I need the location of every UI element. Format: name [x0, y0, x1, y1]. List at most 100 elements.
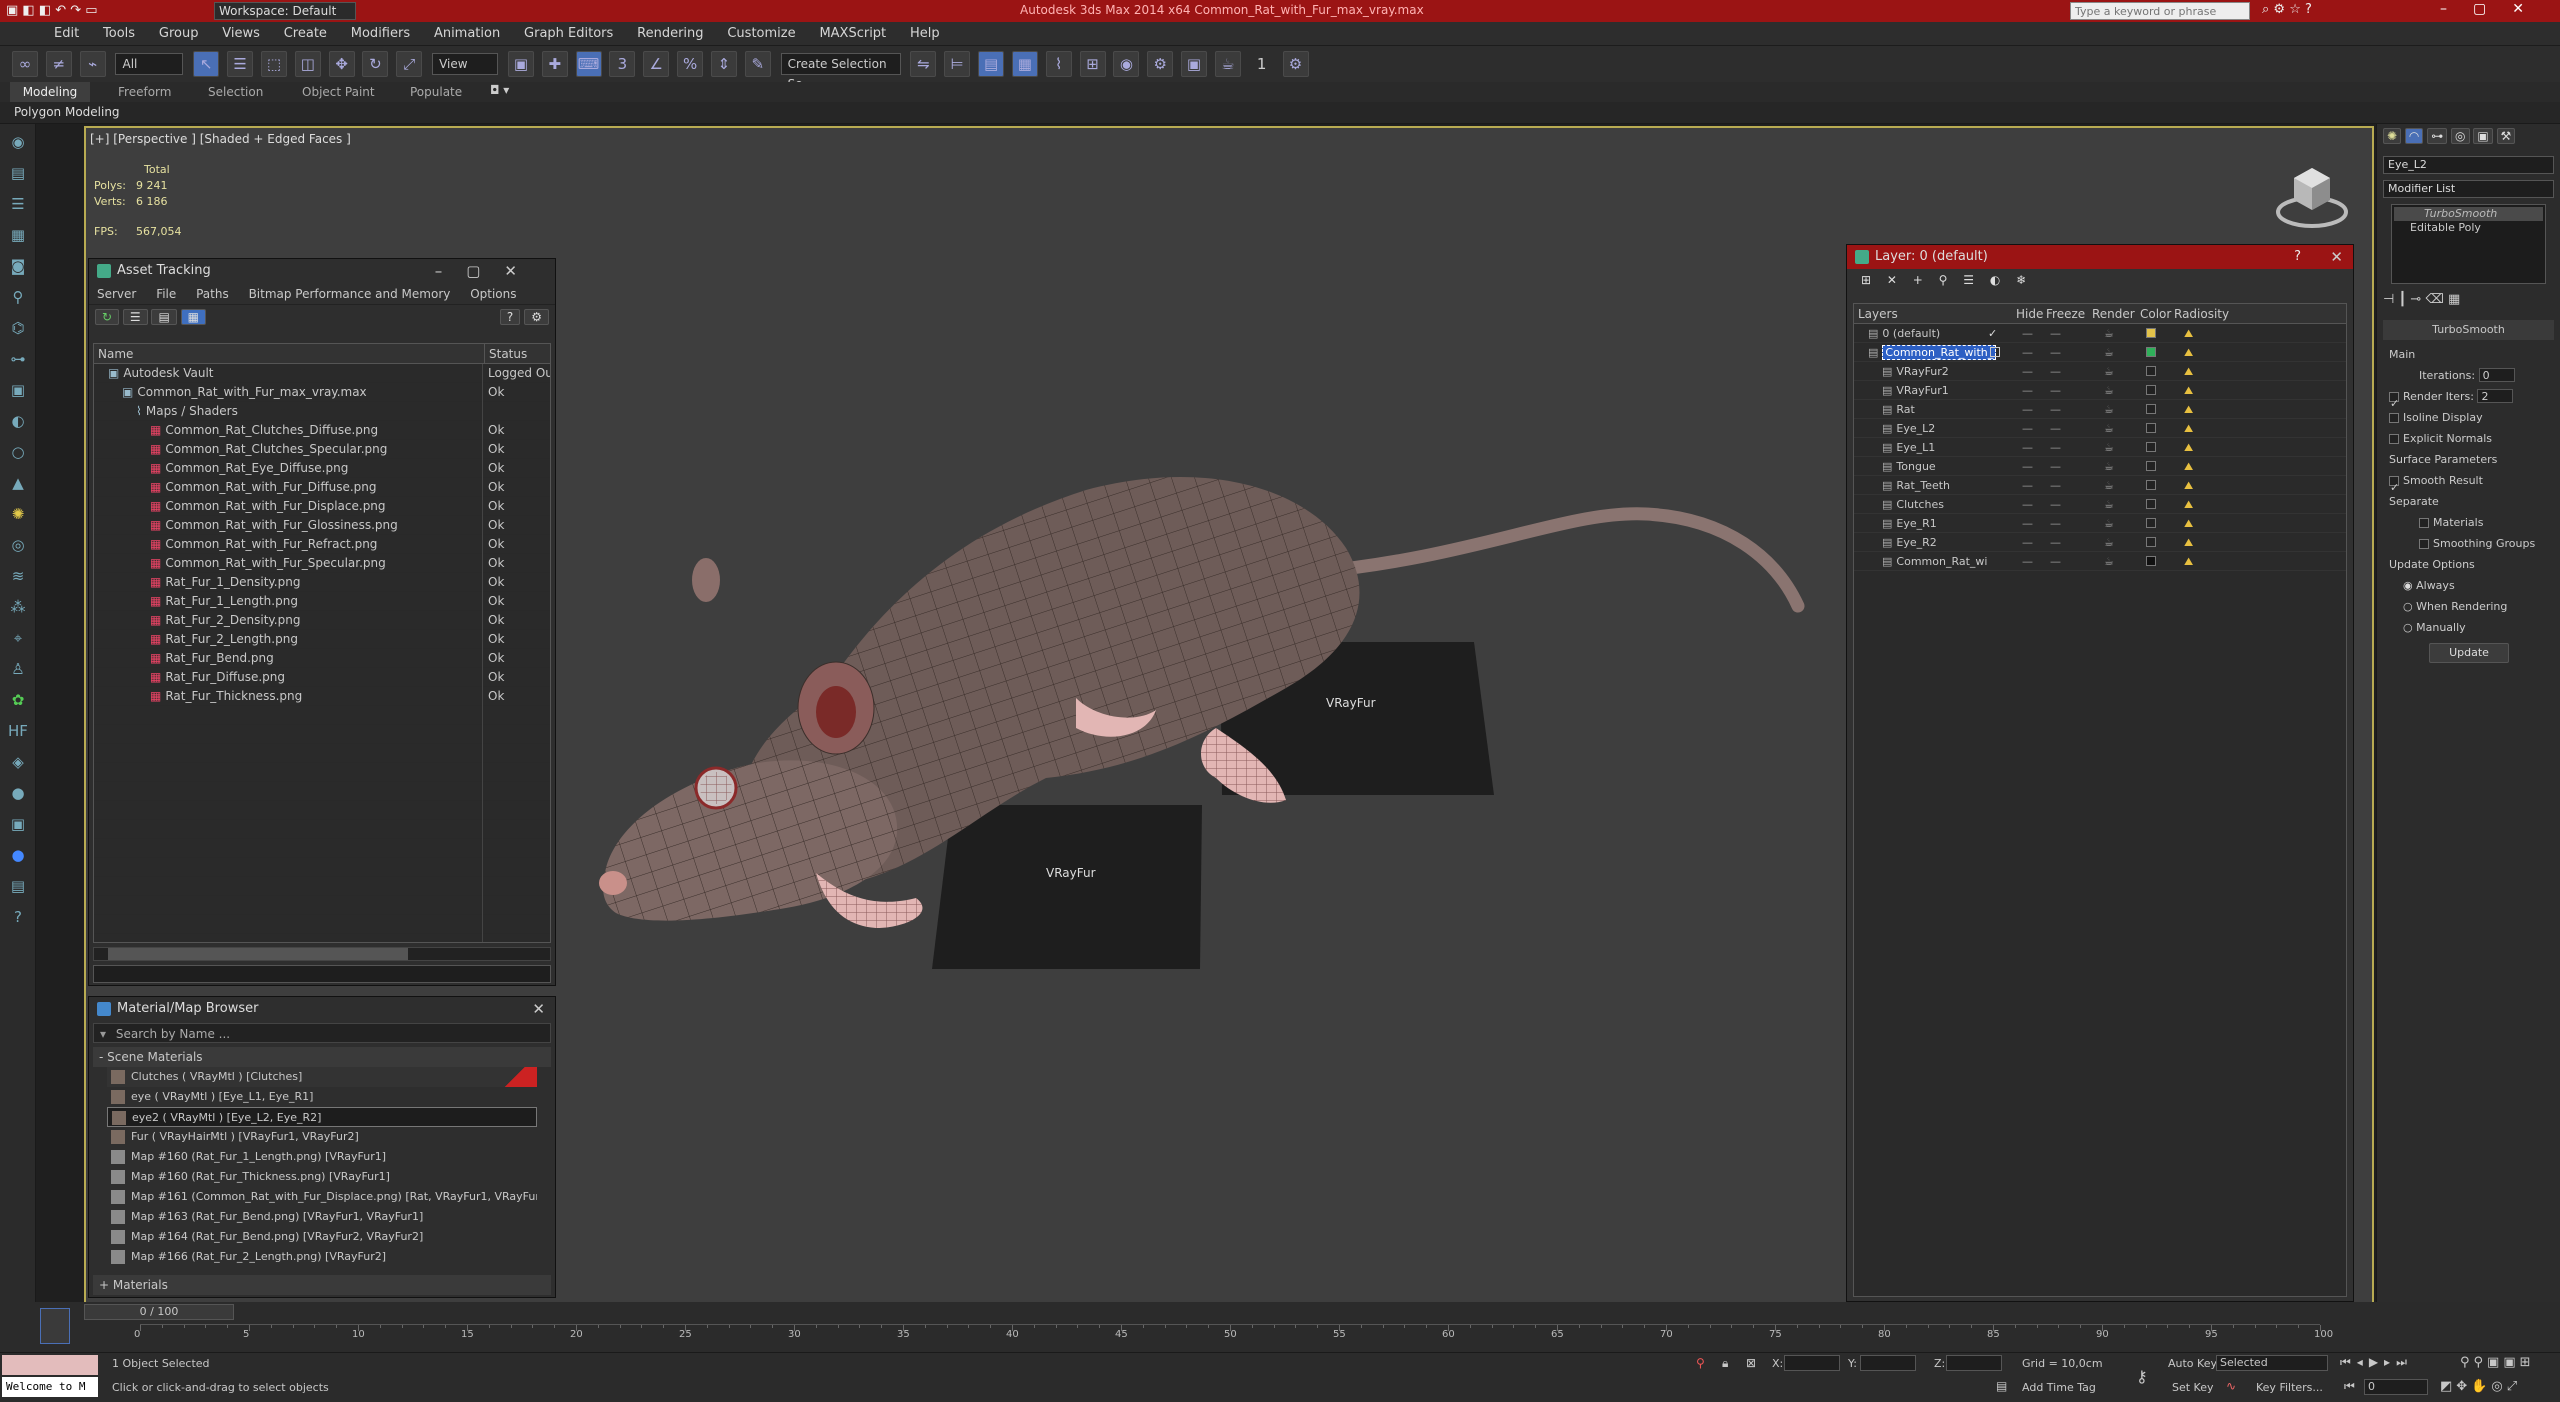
tab-populate[interactable]: Populate [410, 82, 462, 102]
smooth-result-checkbox[interactable]: ✓ [2389, 476, 2399, 494]
create-tab-icon[interactable]: ✺ [2383, 128, 2402, 144]
hide-toggle[interactable]: — [2022, 381, 2033, 400]
hide-toggle[interactable]: — [2022, 324, 2033, 343]
stack-turbosmooth[interactable]: TurboSmooth [2394, 207, 2543, 221]
container-icon[interactable]: ▤ [5, 160, 31, 186]
material-browser-header[interactable]: Material/Map Browser ✕ [89, 997, 555, 1021]
asset-scrollbar[interactable] [93, 947, 551, 961]
menu-modifiers[interactable]: Modifiers [341, 22, 420, 46]
refresh-icon[interactable]: ↻ [95, 309, 120, 325]
when-rendering-radio[interactable]: ○ [2403, 600, 2416, 613]
color-swatch[interactable] [2146, 423, 2156, 433]
color-swatch[interactable] [2146, 499, 2156, 509]
new-layer-icon[interactable]: ⊞ [1855, 273, 1877, 287]
stack-editable-poly[interactable]: Editable Poly [2394, 221, 2543, 235]
render-toggle-icon[interactable]: ☕ [2104, 343, 2114, 362]
render-toggle-icon[interactable]: ☕ [2104, 419, 2114, 438]
helper-icon[interactable]: ◎ [5, 532, 31, 558]
settings-icon[interactable]: ⚙ [524, 309, 549, 325]
layer-name[interactable]: Rat [1896, 403, 1914, 416]
particle-icon[interactable]: ⁂ [5, 594, 31, 620]
col-freeze[interactable]: Freeze [2046, 304, 2085, 324]
hide-toggle[interactable]: — [2022, 533, 2033, 552]
asset-menu-options[interactable]: Options [470, 287, 516, 301]
explicit-normals-checkbox[interactable] [2389, 434, 2399, 444]
layer-name[interactable]: Eye_R1 [1896, 517, 1936, 530]
hair-icon[interactable]: HF [5, 718, 31, 744]
smoothing-groups-checkbox[interactable] [2419, 539, 2429, 549]
freeze-toggle[interactable]: — [2050, 533, 2061, 552]
modifier-icon[interactable]: ▣ [5, 811, 31, 837]
light-icon[interactable]: ✺ [5, 501, 31, 527]
layer-row[interactable]: ▤ Eye_R2 — — ☕ ⛰ [1854, 533, 2346, 552]
tab-modeling[interactable]: Modeling [10, 82, 90, 102]
tab-object-paint[interactable]: Object Paint [302, 82, 375, 102]
highlight-layer-icon[interactable]: ☰ [1957, 273, 1980, 287]
material-item[interactable]: Map #161 (Common_Rat_with_Fur_Displace.p… [107, 1187, 537, 1207]
material-item[interactable]: eye ( VRayMtl ) [Eye_L1, Eye_R1] [107, 1087, 537, 1107]
playback-controls[interactable]: ⏮◂▶▸⏭ [2340, 1355, 2413, 1370]
col-radiosity[interactable]: Radiosity [2174, 304, 2229, 324]
hierarchy-tab-icon[interactable]: ⊶ [2427, 128, 2448, 144]
select-in-layer-icon[interactable]: ⚲ [1933, 273, 1954, 287]
edit-named-sel-icon[interactable]: ✎ [744, 51, 771, 77]
update-button[interactable]: Update [2429, 643, 2509, 663]
render-toggle-icon[interactable]: ☕ [2104, 438, 2114, 457]
current-frame-input[interactable]: 0 [2364, 1379, 2428, 1395]
current-frame-icon[interactable]: ⏮ [2344, 1379, 2355, 1394]
radiosity-icon[interactable]: ⛰ [2184, 495, 2193, 514]
radiosity-icon[interactable]: ⛰ [2184, 419, 2193, 438]
snap-3d-icon[interactable]: 3 [609, 51, 636, 77]
layer-name[interactable]: Common_Rat_with_ [1882, 345, 1997, 360]
render-toggle-icon[interactable]: ☕ [2104, 476, 2114, 495]
bone-icon[interactable]: ⌖ [5, 625, 31, 651]
filter-dropdown-icon[interactable]: ▾ [100, 1027, 106, 1041]
display-tab-icon[interactable]: ▣ [2473, 128, 2493, 144]
motion-tab-icon[interactable]: ◎ [2451, 128, 2470, 144]
materials-footer[interactable]: + Materials [93, 1275, 551, 1295]
asset-window-controls[interactable]: –▢✕ [435, 259, 541, 283]
freeze-toggle[interactable]: — [2050, 400, 2061, 419]
radiosity-icon[interactable]: ⛰ [2184, 457, 2193, 476]
eye-icon[interactable]: ◉ [5, 129, 31, 155]
scale-icon[interactable]: ⤢ [396, 51, 423, 77]
keyboard-shortcut-icon[interactable]: ⌨ [575, 51, 602, 77]
freeze-toggle[interactable]: — [2050, 438, 2061, 457]
freeze-toggle[interactable]: — [2050, 476, 2061, 495]
space-warp-icon[interactable]: ≋ [5, 563, 31, 589]
render-frame-icon[interactable]: ▣ [1181, 51, 1208, 77]
bind-icon[interactable]: ⌁ [79, 51, 106, 77]
radiosity-icon[interactable]: ⛰ [2184, 324, 2193, 343]
filter-icon[interactable]: ⚲ [5, 284, 31, 310]
ribbon-toggle-icon[interactable]: ▦ [1011, 51, 1038, 77]
hide-toggle[interactable]: — [2022, 495, 2033, 514]
radiosity-icon[interactable]: ⛰ [2184, 438, 2193, 457]
iterations-input[interactable]: 0 [2478, 368, 2515, 382]
scene-materials-header[interactable]: - Scene Materials [93, 1047, 551, 1067]
layer-name[interactable]: Tongue [1896, 460, 1935, 473]
asset-menu-file[interactable]: File [156, 287, 176, 301]
layer-name[interactable]: Eye_L2 [1896, 422, 1935, 435]
turbosmooth-rollout[interactable]: TurboSmooth [2383, 320, 2554, 340]
col-name[interactable]: Name [94, 347, 133, 361]
named-selection-select[interactable]: Create Selection Se [780, 53, 901, 91]
curve-editor-icon[interactable]: ⌇ [1045, 51, 1072, 77]
x-input[interactable] [1784, 1355, 1840, 1371]
material-item[interactable]: Map #163 (Rat_Fur_Bend.png) [VRayFur1, V… [107, 1207, 537, 1227]
ribbon-options-icon[interactable]: ◘ ▾ [490, 83, 509, 97]
align-icon[interactable]: ⊨ [944, 51, 971, 77]
mirror-icon[interactable]: ⇋ [910, 51, 937, 77]
material-item[interactable]: Map #166 (Rat_Fur_2_Length.png) [VRayFur… [107, 1247, 537, 1267]
layers-icon[interactable]: ▦ [5, 222, 31, 248]
key-icon[interactable]: ⚷ [2136, 1367, 2148, 1386]
manipulate-icon[interactable]: ✚ [541, 51, 568, 77]
render-toggle-icon[interactable]: ☕ [2104, 362, 2114, 381]
layer-name[interactable]: VRayFur1 [1896, 384, 1948, 397]
list-icon[interactable]: ☰ [5, 191, 31, 217]
freeze-toggle[interactable]: — [2050, 419, 2061, 438]
viewport-nav-controls[interactable]: ⚲⚲▣▣⊞ [2460, 1355, 2535, 1370]
layer-name[interactable]: Eye_R2 [1896, 536, 1936, 549]
biped-icon[interactable]: ♙ [5, 656, 31, 682]
maxscript-listener[interactable] [2, 1355, 98, 1375]
selection-filter-select[interactable]: All [115, 53, 184, 75]
